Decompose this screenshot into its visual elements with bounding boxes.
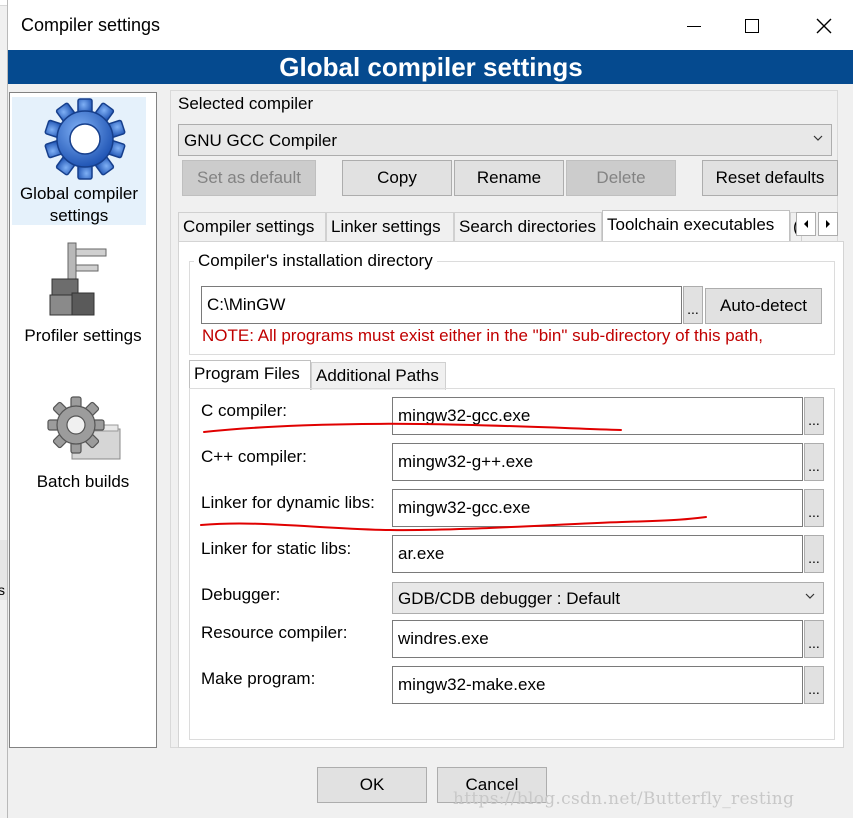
tab-search-directories[interactable]: Search directories xyxy=(454,212,602,242)
make-program-browse-button[interactable]: ... xyxy=(804,666,824,704)
debugger-select-value: GDB/CDB debugger : Default xyxy=(398,589,621,608)
rename-button[interactable]: Rename xyxy=(454,160,564,196)
cpp-compiler-label: C++ compiler: xyxy=(201,447,307,466)
dynamic-linker-value: mingw32-gcc.exe xyxy=(398,498,531,517)
dynamic-linker-input[interactable]: mingw32-gcc.exe xyxy=(392,489,803,527)
watermark-text: https://blog.csdn.net/Butterfly_resting xyxy=(453,789,795,809)
chevron-right-icon xyxy=(826,220,830,228)
selected-compiler-label: Selected compiler xyxy=(178,94,314,113)
title-bar: Compiler settings xyxy=(8,0,853,52)
tab-scroll-left-button[interactable] xyxy=(796,212,816,236)
banner-title: Global compiler settings xyxy=(8,50,853,84)
ok-button[interactable]: OK xyxy=(317,767,427,803)
cpp-compiler-browse-button[interactable]: ... xyxy=(804,443,824,481)
c-compiler-label: C compiler: xyxy=(201,401,287,420)
tab-compiler-settings[interactable]: Compiler settings xyxy=(178,212,326,242)
set-as-default-button[interactable]: Set as default xyxy=(182,160,316,196)
compiler-select-value: GNU GCC Compiler xyxy=(184,131,338,150)
debugger-label: Debugger: xyxy=(201,585,281,604)
sidebar-item-label: Global compiler settings xyxy=(19,184,139,225)
gear-stack-icon xyxy=(47,396,121,460)
close-button[interactable] xyxy=(798,8,850,44)
path-note: NOTE: All programs must exist either in … xyxy=(202,326,764,345)
maximize-icon xyxy=(745,19,759,33)
tab-scroll-right-button[interactable] xyxy=(818,212,838,236)
c-compiler-browse-button[interactable]: ... xyxy=(804,397,824,435)
resource-compiler-input[interactable]: windres.exe xyxy=(392,620,803,658)
browse-directory-button[interactable]: ... xyxy=(683,286,703,324)
window-title: Compiler settings xyxy=(21,15,161,35)
cpp-compiler-value: mingw32-g++.exe xyxy=(398,452,534,471)
resource-compiler-label: Resource compiler: xyxy=(201,623,348,642)
cpp-compiler-input[interactable]: mingw32-g++.exe xyxy=(392,443,803,481)
debugger-select[interactable]: GDB/CDB debugger : Default xyxy=(392,582,824,614)
static-linker-label: Linker for static libs: xyxy=(201,539,352,558)
resource-compiler-value: windres.exe xyxy=(398,629,489,648)
installation-directory-title: Compiler's installation directory xyxy=(194,251,437,271)
tab-program-files[interactable]: Program Files xyxy=(189,360,311,390)
installation-directory-input[interactable]: C:\MinGW xyxy=(201,286,682,324)
copy-button[interactable]: Copy xyxy=(342,160,452,196)
c-compiler-value: mingw32-gcc.exe xyxy=(398,406,531,425)
sidebar-item-label: Batch builds xyxy=(36,472,130,491)
sidebar-item-label: Profiler settings xyxy=(24,326,142,345)
chevron-down-icon xyxy=(813,135,823,141)
tab-additional-paths[interactable]: Additional Paths xyxy=(311,362,446,390)
caliper-icon xyxy=(49,242,107,316)
static-linker-value: ar.exe xyxy=(398,544,445,563)
dynamic-linker-label: Linker for dynamic libs: xyxy=(201,493,375,512)
make-program-label: Make program: xyxy=(201,669,316,688)
chevron-down-icon xyxy=(805,593,815,599)
resource-compiler-browse-button[interactable]: ... xyxy=(804,620,824,658)
delete-button[interactable]: Delete xyxy=(566,160,676,196)
sidebar-item-batch-builds[interactable]: Batch builds xyxy=(10,395,156,495)
static-linker-input[interactable]: ar.exe xyxy=(392,535,803,573)
compiler-select[interactable]: GNU GCC Compiler xyxy=(178,124,832,156)
minimize-button[interactable] xyxy=(668,8,720,44)
sidebar-item-profiler-settings[interactable]: Profiler settings xyxy=(10,239,156,351)
reset-defaults-button[interactable]: Reset defaults xyxy=(702,160,838,196)
installation-directory-value: C:\MinGW xyxy=(207,295,286,314)
minimize-icon xyxy=(687,25,701,27)
gear-icon xyxy=(44,98,126,180)
tab-toolchain-executables[interactable]: Toolchain executables xyxy=(602,210,790,243)
settings-tabs: Compiler settings Linker settings Search… xyxy=(172,210,818,243)
settings-category-list: Global compiler settings Profiler settin… xyxy=(9,92,157,748)
auto-detect-button[interactable]: Auto-detect xyxy=(705,288,822,324)
chevron-left-icon xyxy=(804,220,808,228)
close-icon xyxy=(816,18,832,34)
tab-linker-settings[interactable]: Linker settings xyxy=(326,212,454,242)
c-compiler-input[interactable]: mingw32-gcc.exe xyxy=(392,397,803,435)
dynamic-linker-browse-button[interactable]: ... xyxy=(804,489,824,527)
make-program-input[interactable]: mingw32-make.exe xyxy=(392,666,803,704)
maximize-button[interactable] xyxy=(726,8,778,44)
make-program-value: mingw32-make.exe xyxy=(398,675,546,694)
sidebar-item-global-compiler-settings[interactable]: Global compiler settings xyxy=(12,97,146,225)
static-linker-browse-button[interactable]: ... xyxy=(804,535,824,573)
